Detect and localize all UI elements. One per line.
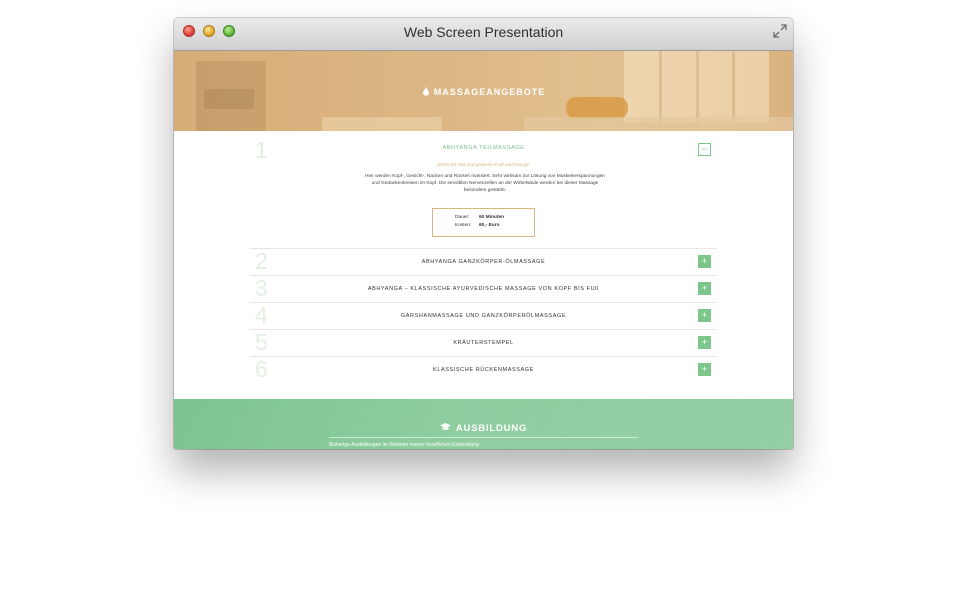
expand-button[interactable]: + bbox=[698, 282, 711, 295]
accordion-title[interactable]: ABHYANGA GANZKÖRPER-ÖLMASSAGE bbox=[250, 259, 717, 265]
ausbildung-text: Bisherige Ausbildungen im Rahmen meiner … bbox=[329, 442, 479, 448]
accordion-title[interactable]: KLASSISCHE RÜCKENMASSAGE bbox=[250, 367, 717, 373]
hero-massage-table bbox=[524, 117, 793, 131]
divider bbox=[329, 437, 638, 438]
ausbildung-section: AUSBILDUNG Bisherige Ausbildungen im Rah… bbox=[174, 399, 793, 449]
cost-label: Kosten: bbox=[455, 223, 472, 228]
hero-cushion bbox=[566, 97, 628, 119]
duration-label: Dauer: bbox=[455, 215, 470, 220]
massage-accordion: 1 ABHYANGA TEILMASSAGE − Nimm Dir Zeit u… bbox=[174, 131, 793, 399]
accordion-title[interactable]: KRÄUTERSTEMPEL bbox=[250, 340, 717, 346]
expand-button[interactable]: + bbox=[698, 309, 711, 322]
section-heading-ausbildung: AUSBILDUNG bbox=[174, 423, 793, 434]
section-heading-massageangebote: MASSAGEANGEBOTE bbox=[174, 86, 793, 97]
accordion-item-open: 1 ABHYANGA TEILMASSAGE − Nimm Dir Zeit u… bbox=[250, 131, 717, 249]
accordion-item[interactable]: 4 GARSHANMASSAGE UND GANZKÖRPERÖLMASSAGE… bbox=[250, 302, 717, 330]
collapse-button[interactable]: − bbox=[698, 143, 711, 156]
accordion-title[interactable]: ABHYANGA – KLASSISCHE AYURVEDISCHE MASSA… bbox=[250, 286, 717, 292]
accordion-item[interactable]: 6 KLASSISCHE RÜCKENMASSAGE + bbox=[250, 356, 717, 383]
accordion-item[interactable]: 3 ABHYANGA – KLASSISCHE AYURVEDISCHE MAS… bbox=[250, 275, 717, 303]
expand-button[interactable]: + bbox=[698, 363, 711, 376]
drop-icon bbox=[422, 86, 429, 96]
hero-banner: MASSAGEANGEBOTE bbox=[174, 51, 793, 131]
accordion-item[interactable]: 5 KRÄUTERSTEMPEL + bbox=[250, 329, 717, 357]
expand-button[interactable]: + bbox=[698, 336, 711, 349]
duration-value: 60 Minuten bbox=[479, 215, 505, 220]
hero-heading-text: MASSAGEANGEBOTE bbox=[433, 87, 546, 97]
accordion-description: Hier werden Kopf-, Gesicht-, Nacken und … bbox=[365, 174, 605, 193]
price-box: Dauer: 60 Minuten Kosten: 60,- Euro bbox=[432, 208, 535, 237]
hero-foreground-shape bbox=[322, 117, 442, 131]
duration-row: Dauer: 60 Minuten bbox=[455, 215, 504, 220]
accordion-subtitle: Nimm Dir Zeit und gewinne Kraft und Ener… bbox=[437, 162, 530, 167]
fullscreen-icon[interactable] bbox=[773, 24, 787, 38]
ausbildung-heading-text: AUSBILDUNG bbox=[455, 423, 528, 434]
title-bar: Web Screen Presentation bbox=[174, 18, 793, 51]
accordion-title[interactable]: GARSHANMASSAGE UND GANZKÖRPERÖLMASSAGE bbox=[250, 313, 717, 319]
accordion-item[interactable]: 2 ABHYANGA GANZKÖRPER-ÖLMASSAGE + bbox=[250, 248, 717, 276]
graduation-cap-icon bbox=[439, 423, 451, 430]
browser-window: Web Screen Presentation MASSAGEANGEBOTE … bbox=[174, 18, 793, 449]
expand-button[interactable]: + bbox=[698, 255, 711, 268]
cost-row: Kosten: 60,- Euro bbox=[455, 223, 500, 228]
accordion-title[interactable]: ABHYANGA TEILMASSAGE bbox=[250, 145, 717, 151]
window-title: Web Screen Presentation bbox=[403, 24, 564, 40]
cost-value: 60,- Euro bbox=[479, 223, 500, 228]
